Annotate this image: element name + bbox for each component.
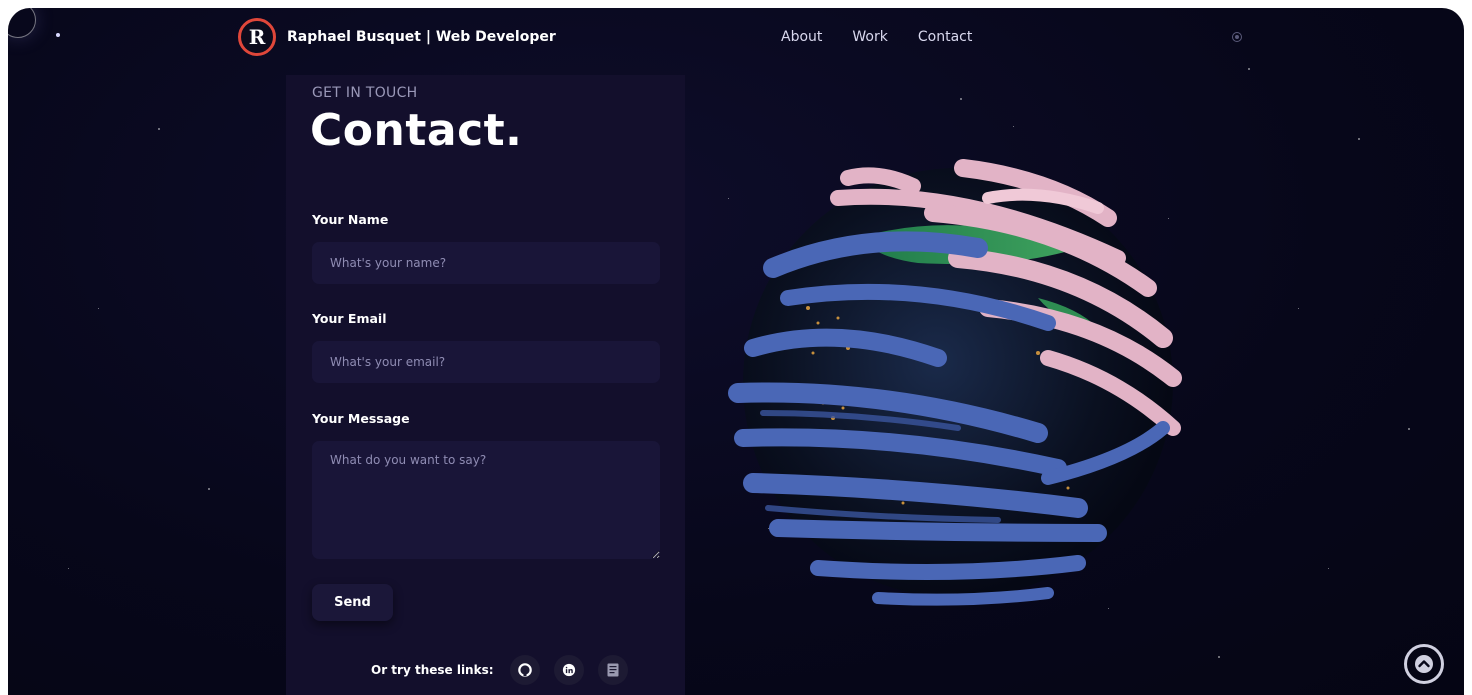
name-label: Your Name: [312, 212, 389, 227]
globe-3d-canvas[interactable]: [718, 148, 1188, 618]
email-label: Your Email: [312, 311, 387, 326]
section-title: Contact.: [310, 105, 523, 156]
email-input[interactable]: [312, 341, 660, 383]
page-frame: R Raphael Busquet | Web Developer About …: [8, 8, 1464, 695]
resume-icon[interactable]: [597, 655, 628, 685]
section-eyebrow: GET IN TOUCH: [312, 85, 418, 101]
name-input[interactable]: [312, 242, 660, 284]
logo-letter: R: [248, 25, 266, 49]
nav-contact-link[interactable]: Contact: [918, 29, 972, 45]
contact-panel: GET IN TOUCH Contact. Your Name Your Ema…: [286, 75, 685, 695]
message-textarea[interactable]: [312, 441, 660, 559]
ribbon-globe-illustration: [728, 159, 1182, 606]
logo[interactable]: R: [238, 18, 276, 56]
main-nav: About Work Contact: [781, 29, 972, 45]
site-header: R Raphael Busquet | Web Developer About …: [8, 8, 1464, 68]
nav-about-link[interactable]: About: [781, 29, 822, 45]
message-label: Your Message: [312, 411, 410, 426]
social-links: Or try these links:: [371, 655, 628, 685]
theme-toggle-icon[interactable]: [1232, 32, 1242, 42]
chevron-up-icon: [1415, 655, 1433, 673]
scroll-to-top-button[interactable]: [1404, 644, 1444, 684]
send-button[interactable]: Send: [312, 584, 393, 621]
github-icon[interactable]: [509, 655, 540, 685]
linkedin-icon[interactable]: [553, 655, 584, 685]
brand-name[interactable]: Raphael Busquet | Web Developer: [287, 29, 556, 45]
links-label: Or try these links:: [371, 663, 494, 677]
nav-work-link[interactable]: Work: [852, 29, 887, 45]
